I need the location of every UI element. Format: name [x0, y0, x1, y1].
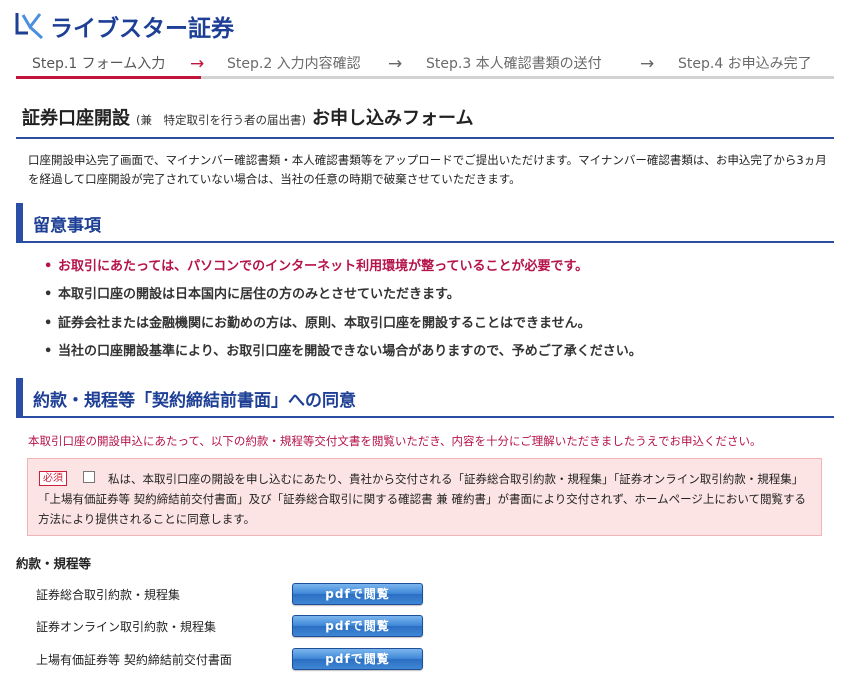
brand-name: ライブスター証券 [50, 16, 234, 42]
notes-heading: 留意事項 [16, 203, 834, 243]
notes-item-text: お取引にあたっては、パソコンでのインターネット利用環境が整っていることが必要です… [58, 259, 589, 274]
view-pdf-button[interactable]: pdfで閲覧 [292, 615, 423, 637]
document-row: 上場有価証券等 契約締結前交付書面 pdfで閲覧 [36, 648, 436, 670]
notes-item-text: 本取引口座の開設は日本国内に居住の方のみとさせていただきます。 [58, 287, 460, 302]
page-title: 証券口座開設 (兼 特定取引を行う者の届出書) お申し込みフォーム [22, 104, 473, 130]
notes-item: • 当社の口座開設基準により、お取引口座を開設できない場合がありますので、予めご了… [44, 344, 642, 359]
notes-item: • 証券会社または金融機関にお勤めの方は、原則、本取引口座を開設することはできませ… [44, 316, 591, 331]
title-divider [16, 137, 834, 139]
consent-heading-text: 約款・規程等「契約締結前書面」への同意 [33, 391, 356, 411]
document-row: 証券総合取引約款・規程集 pdfで閲覧 [36, 583, 436, 605]
notes-item-text: 証券会社または金融機関にお勤めの方は、原則、本取引口座を開設することはできません… [58, 316, 591, 331]
step-arrow-icon: → [640, 54, 655, 74]
step-progress: Step.1 フォーム入力 → Step.2 入力内容確認 → Step.3 本… [16, 52, 834, 82]
consent-lead-text: 本取引口座の開設申込にあたって、以下の約款・規程等交付文書を閲覧いただき、内容を… [28, 434, 762, 448]
page-title-main: 証券口座開設 [22, 108, 130, 129]
page-title-tail: お申し込みフォーム [311, 108, 474, 129]
consent-heading: 約款・規程等「契約締結前書面」への同意 [16, 378, 834, 418]
notes-item-text: 当社の口座開設基準により、お取引口座を開設できない場合がありますので、予めご了承… [58, 344, 642, 359]
consent-statement: 私は、本取引口座の開設を申し込むにあたり、貴社から交付される「証券総合取引約款・… [38, 472, 807, 526]
brand-star-icon [15, 13, 44, 40]
brand-logo[interactable]: ライブスター証券 [14, 8, 234, 44]
step-3: Step.3 本人確認書類の送付 [426, 56, 602, 72]
step-1: Step.1 フォーム入力 [32, 56, 166, 72]
terms-title: 約款・規程等 [16, 556, 92, 571]
step-arrow-icon: → [388, 54, 403, 74]
intro-text: 口座開設申込完了画面で、マイナンバー確認書類・本人確認書類等をアップロードでご提… [28, 153, 827, 186]
step-arrow-icon: → [190, 54, 205, 74]
document-row: 証券オンライン取引約款・規程集 pdfで閲覧 [36, 615, 436, 637]
view-pdf-button[interactable]: pdfで閲覧 [292, 583, 423, 605]
step-2: Step.2 入力内容確認 [227, 56, 361, 72]
notes-heading-text: 留意事項 [33, 216, 101, 236]
consent-checkbox[interactable] [83, 471, 95, 483]
step-4: Step.4 お申込み完了 [678, 56, 812, 72]
notes-item: • 本取引口座の開設は日本国内に居住の方のみとさせていただきます。 [44, 287, 460, 302]
section-bar [16, 203, 23, 243]
step-progress-active [16, 76, 201, 79]
document-label: 証券総合取引約款・規程集 [36, 588, 181, 602]
required-badge: 必須 [39, 471, 67, 486]
document-label: 証券オンライン取引約款・規程集 [36, 620, 217, 634]
page-title-sub: (兼 特定取引を行う者の届出書) [136, 113, 306, 127]
notes-item: • お取引にあたっては、パソコンでのインターネット利用環境が整っていることが必要で… [44, 259, 589, 274]
document-label: 上場有価証券等 契約締結前交付書面 [36, 653, 232, 667]
consent-box: 私は、本取引口座の開設を申し込むにあたり、貴社から交付される「証券総合取引約款・… [27, 458, 822, 536]
section-bar [16, 378, 23, 418]
view-pdf-button[interactable]: pdfで閲覧 [292, 648, 423, 670]
